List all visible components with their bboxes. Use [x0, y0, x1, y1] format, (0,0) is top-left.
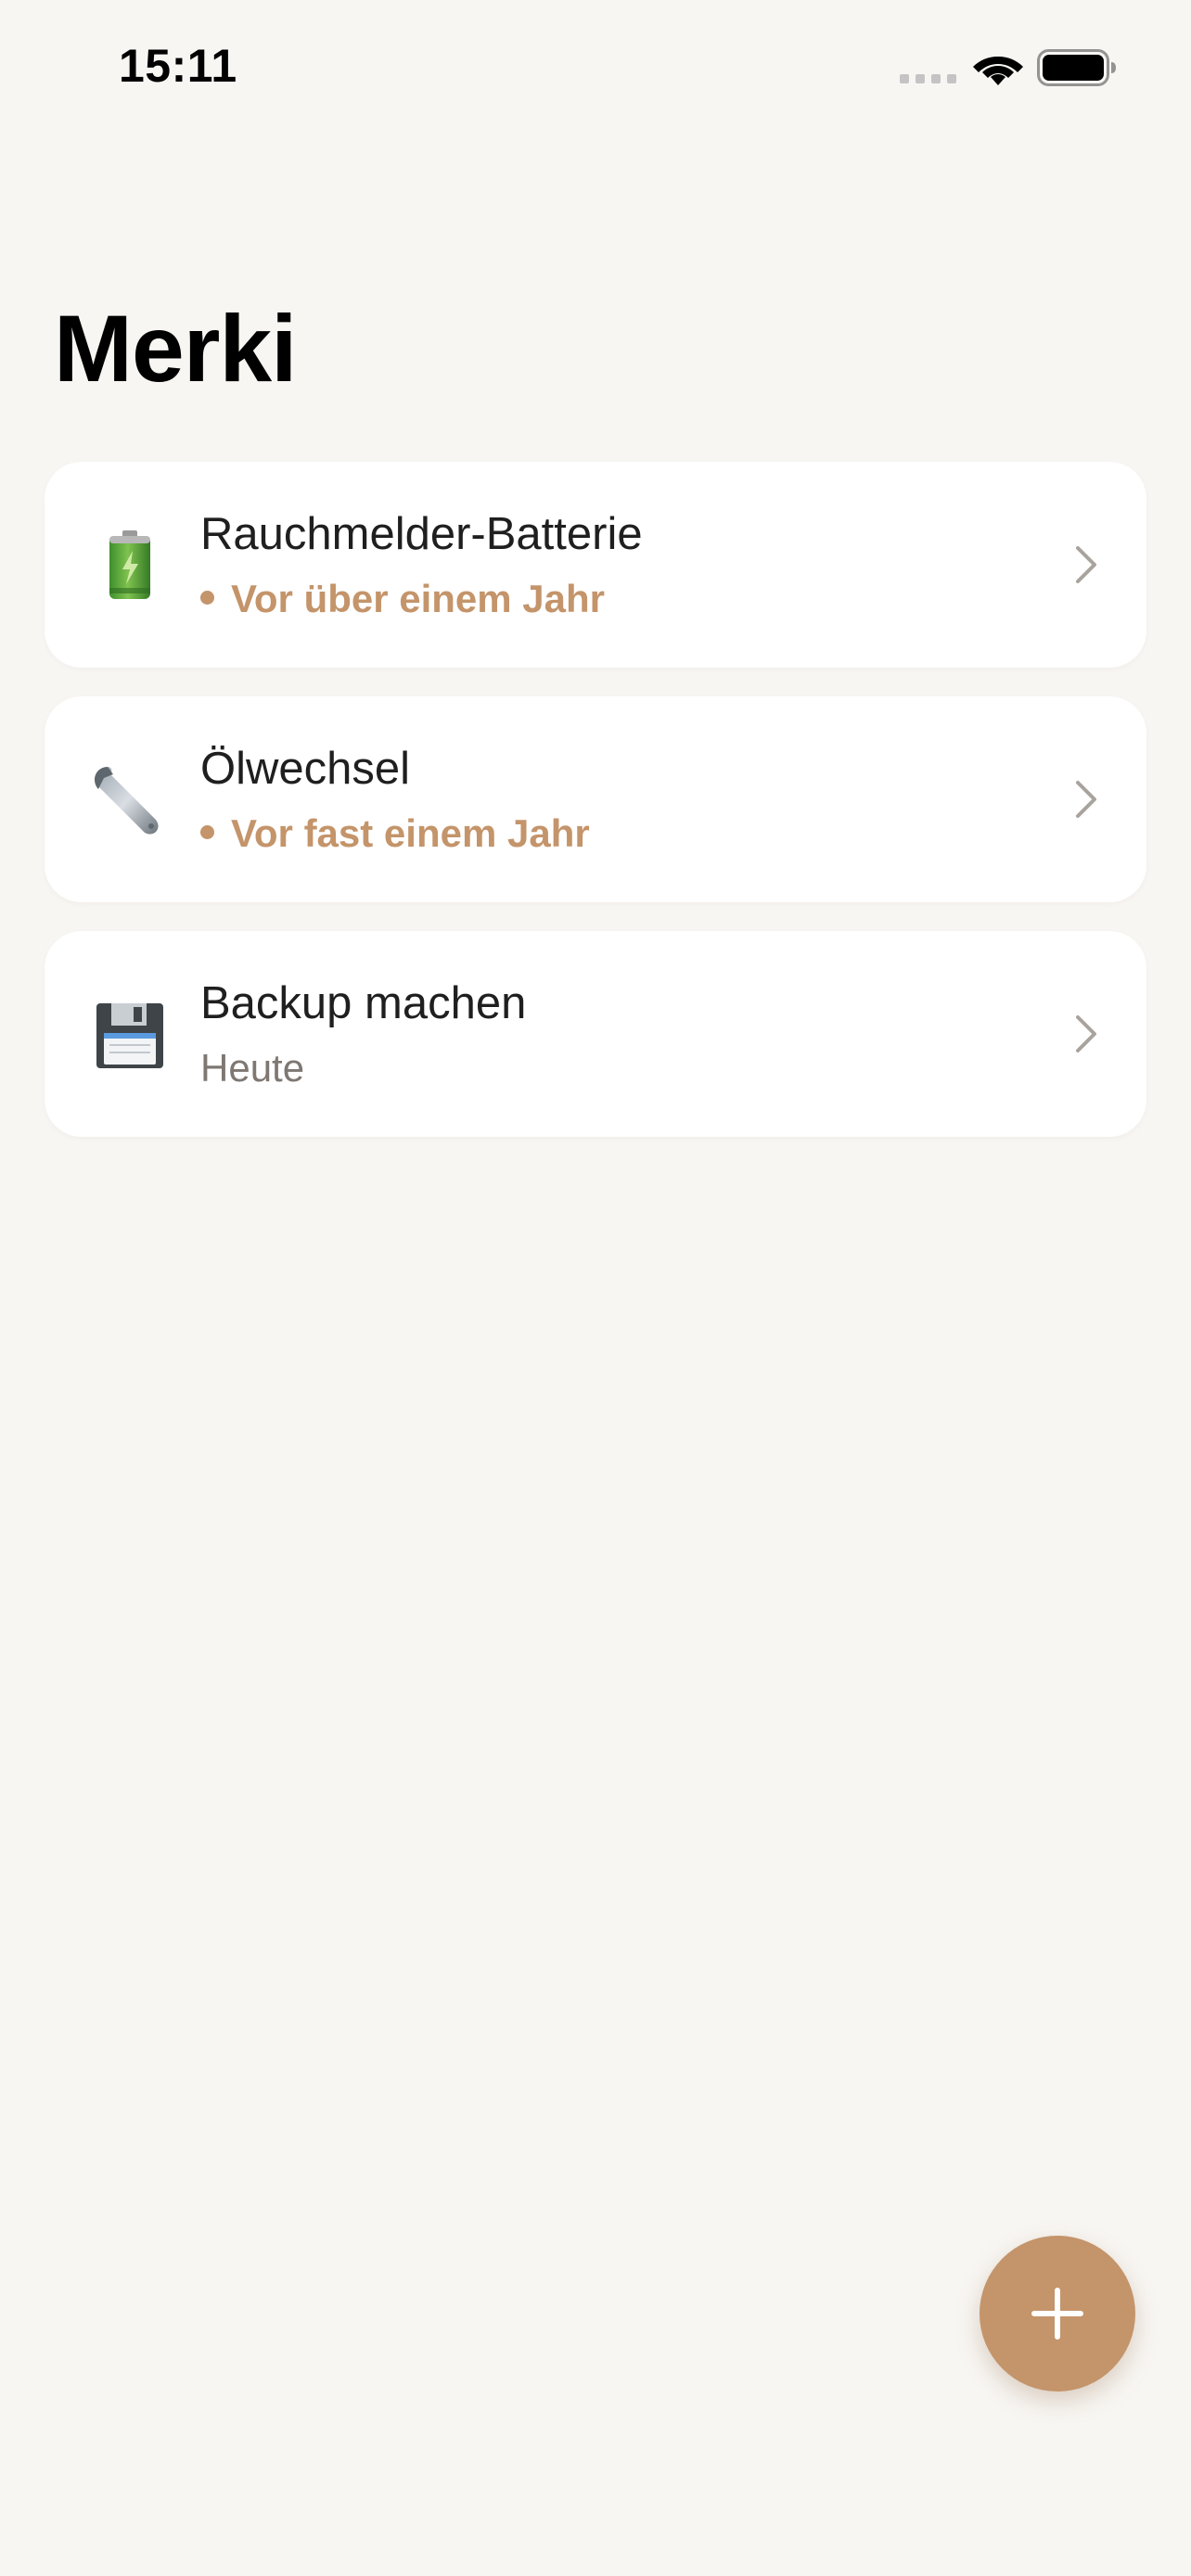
- reminder-due-status: Vor über einem Jahr: [200, 577, 605, 621]
- chevron-right-icon: [1076, 781, 1096, 818]
- plus-icon: [1031, 2288, 1083, 2340]
- reminder-list: Rauchmelder-Batterie Vor über einem Jahr…: [45, 462, 1146, 1166]
- home-indicator-area: [0, 2539, 1191, 2576]
- chevron-right-icon: [1076, 1015, 1096, 1052]
- page-title: Merki: [54, 296, 297, 402]
- reminder-card-rauchmelder-batterie[interactable]: Rauchmelder-Batterie Vor über einem Jahr: [45, 462, 1146, 668]
- reminder-card-oelwechsel[interactable]: Ölwechsel Vor fast einem Jahr: [45, 696, 1146, 902]
- battery-icon: [109, 530, 150, 599]
- reminder-title: Rauchmelder-Batterie: [200, 509, 643, 559]
- wrench-icon: [95, 767, 159, 835]
- overdue-dot-icon: [200, 591, 214, 606]
- battery-full-icon: [1037, 49, 1116, 86]
- chevron-right-icon: [1076, 546, 1096, 583]
- status-time: 15:11: [119, 40, 237, 92]
- reminder-due-status: Vor fast einem Jahr: [200, 811, 590, 856]
- reminder-title: Backup machen: [200, 978, 527, 1028]
- reminder-due-text: Heute: [200, 1046, 305, 1090]
- reminder-card-backup-machen[interactable]: Backup machen Heute: [45, 931, 1146, 1137]
- status-bar: 15:11: [0, 0, 1191, 139]
- cellular-signal-icon: [900, 74, 957, 83]
- reminder-title: Ölwechsel: [200, 744, 411, 794]
- overdue-dot-icon: [200, 825, 214, 840]
- wifi-icon: [973, 57, 1023, 85]
- reminder-due-text: Vor fast einem Jahr: [231, 811, 590, 855]
- floppy-disk-icon: [96, 1003, 163, 1068]
- reminder-due-text: Vor über einem Jahr: [231, 577, 606, 620]
- add-reminder-button[interactable]: [980, 2236, 1135, 2391]
